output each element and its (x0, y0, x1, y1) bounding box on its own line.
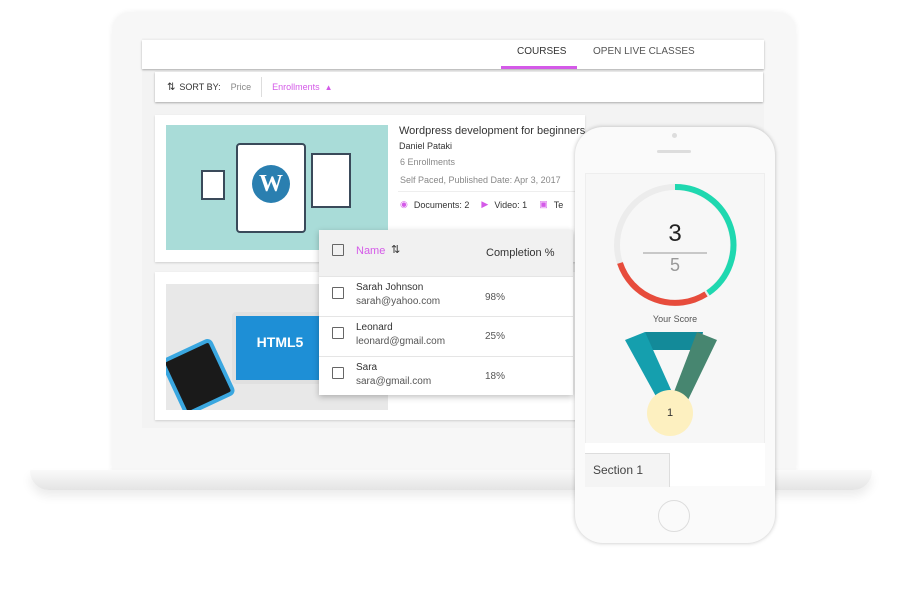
text-count: Te (553, 199, 564, 210)
row-checkbox[interactable] (332, 327, 344, 339)
score-label: Your Score (652, 314, 698, 324)
row-name: Sarah Johnson (356, 282, 424, 293)
video-icon: ▶ (481, 199, 489, 209)
table-header: Name ⇅ Completion % (319, 230, 573, 276)
row-completion: 18% (485, 371, 506, 382)
completion-column-header[interactable]: Completion % (486, 247, 554, 259)
sort-price[interactable]: Price (231, 77, 263, 97)
table-row: Leonard leonard@gmail.com 25% (319, 316, 573, 356)
select-all-checkbox[interactable] (332, 244, 344, 256)
course-author: Daniel Pataki (399, 141, 453, 151)
score-total: 5 (669, 255, 680, 275)
phone-speaker (657, 150, 691, 153)
table-row: Sara sara@gmail.com 18% (319, 356, 573, 396)
medal-badge: 1 (647, 390, 693, 436)
score-value: 3 (668, 220, 682, 247)
active-tab-indicator (501, 66, 577, 69)
row-name: Sara (356, 362, 378, 373)
row-name: Leonard (356, 322, 393, 333)
course-title[interactable]: Wordpress development for beginners (399, 125, 585, 137)
course-meta: Self Paced, Published Date: Apr 3, 2017 (400, 175, 561, 185)
sort-label: SORT BY: (179, 82, 221, 92)
row-completion: 25% (485, 331, 506, 342)
name-column-header[interactable]: Name (356, 245, 385, 257)
row-email: leonard@gmail.com (356, 336, 446, 347)
sort-icon[interactable]: ⇅ (391, 243, 400, 256)
row-completion: 98% (485, 292, 506, 303)
chevron-up-icon: ▲ (324, 82, 333, 92)
row-email: sara@gmail.com (356, 376, 432, 387)
row-checkbox[interactable] (332, 287, 344, 299)
documents-icon: ◉ (400, 199, 408, 209)
sort-bar: ⇅ SORT BY: Price Enrollments ▲ (155, 72, 763, 102)
enrollment-table: Name ⇅ Completion % Sarah Johnson sarah@… (319, 230, 573, 395)
html5-text: HTML5 (232, 312, 328, 384)
text-icon: ▣ (539, 199, 548, 209)
sort-enrollments[interactable]: Enrollments (272, 82, 320, 92)
row-checkbox[interactable] (332, 367, 344, 379)
table-row: Sarah Johnson sarah@yahoo.com 98% (319, 276, 573, 316)
sort-icon: ⇅ (167, 81, 176, 93)
row-email: sarah@yahoo.com (356, 296, 441, 307)
tab-open-live-classes[interactable]: OPEN LIVE CLASSES (593, 46, 695, 57)
video-count: Video: 1 (494, 199, 528, 210)
tab-courses[interactable]: COURSES (517, 46, 566, 57)
phone-home-button (658, 500, 690, 532)
section-1-tab[interactable]: Section 1 (585, 453, 670, 487)
phone-camera (672, 133, 677, 138)
documents-count: Documents: 2 (413, 199, 470, 210)
course-enrollments: 6 Enrollments (400, 157, 456, 167)
